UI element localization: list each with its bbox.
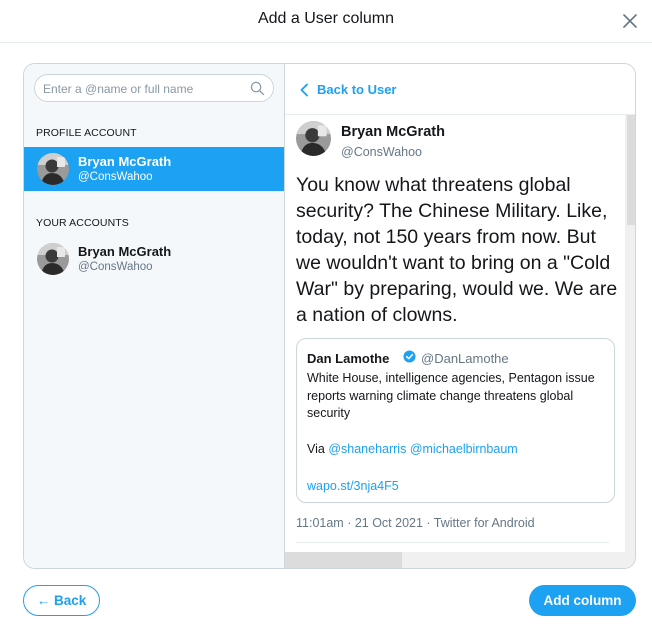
close-icon[interactable] xyxy=(622,13,638,29)
column-picker-panel: PROFILE ACCOUNT Bryan McGrath @ConsWahoo… xyxy=(23,63,636,569)
quote-author-handle: @DanLamothe xyxy=(421,351,509,366)
account-name: Bryan McGrath xyxy=(78,154,172,169)
tweet-author-name[interactable]: Bryan McGrath xyxy=(341,124,445,140)
profile-account-heading: PROFILE ACCOUNT xyxy=(36,127,137,139)
account-name: Bryan McGrath xyxy=(78,244,172,259)
divider xyxy=(296,542,609,543)
horizontal-scrollbar[interactable] xyxy=(285,552,635,568)
avatar xyxy=(37,243,69,275)
tweet-author-handle[interactable]: @ConsWahoo xyxy=(341,145,422,159)
back-button[interactable]: ← Back xyxy=(23,585,100,616)
add-user-column-modal: Add a User column PROFILE ACCOUNT xyxy=(0,0,652,629)
vertical-scrollbar[interactable] xyxy=(625,115,635,552)
your-accounts-heading: YOUR ACCOUNTS xyxy=(36,217,129,229)
account-list-pane: PROFILE ACCOUNT Bryan McGrath @ConsWahoo… xyxy=(24,64,285,568)
add-column-button[interactable]: Add column xyxy=(529,585,636,616)
modal-header: Add a User column xyxy=(0,0,652,43)
quote-author-name: Dan Lamothe xyxy=(307,351,390,366)
quote-via-line: Via @shaneharris @michaelbirnbaum xyxy=(307,442,518,456)
quoted-tweet[interactable]: Dan Lamothe @DanLamothe White House, int… xyxy=(296,338,615,503)
back-to-user-label: Back to User xyxy=(317,82,397,97)
search-icon[interactable] xyxy=(250,81,265,96)
tweet-author-avatar[interactable] xyxy=(296,121,331,156)
account-handle: @ConsWahoo xyxy=(78,171,153,183)
quote-url-link[interactable]: wapo.st/3nja4F5 xyxy=(307,479,399,493)
search-box[interactable] xyxy=(34,74,274,102)
user-detail-pane: Back to User Bryan McGrath @ConsWahoo Yo… xyxy=(285,64,635,568)
mention-link[interactable]: @michaelbirnbaum xyxy=(410,442,518,456)
tweet-detail: Bryan McGrath @ConsWahoo You know what t… xyxy=(285,115,625,552)
profile-account-row[interactable]: Bryan McGrath @ConsWahoo xyxy=(24,147,284,191)
chevron-left-icon xyxy=(300,83,308,97)
modal-title: Add a User column xyxy=(257,10,395,27)
via-label: Via xyxy=(307,442,325,456)
tweet-text: You know what threatens global security?… xyxy=(296,174,618,326)
account-handle: @ConsWahoo xyxy=(78,261,153,273)
avatar xyxy=(37,153,69,185)
tweet-meta: 11:01am · 21 Oct 2021 · Twitter for Andr… xyxy=(296,516,535,530)
your-account-row[interactable]: Bryan McGrath @ConsWahoo xyxy=(24,237,284,281)
verified-badge-icon xyxy=(403,350,416,363)
search-input[interactable] xyxy=(43,79,243,99)
quote-text: White House, intelligence agencies, Pent… xyxy=(307,371,595,420)
mention-link[interactable]: @shaneharris xyxy=(328,442,406,456)
scrollbar-thumb[interactable] xyxy=(285,552,402,568)
scrollbar-thumb[interactable] xyxy=(627,115,635,225)
